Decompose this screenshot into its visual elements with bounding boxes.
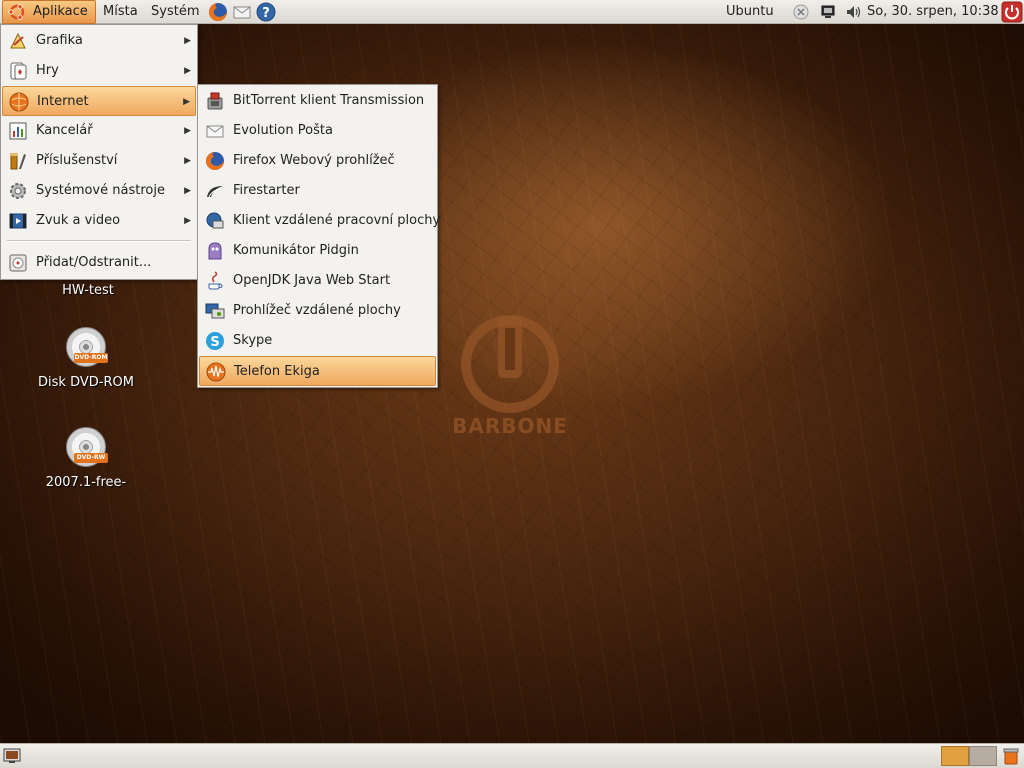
svg-text:S: S xyxy=(210,335,219,350)
menu-system[interactable]: Systém xyxy=(151,0,199,24)
menu-item-label: Telefon Ekiga xyxy=(234,364,320,379)
volume-icon[interactable] xyxy=(845,4,863,20)
submenu-arrow-icon: ▶ xyxy=(184,156,191,166)
menu-item-internet[interactable]: Internet ▶ xyxy=(2,86,196,116)
java-icon xyxy=(208,271,223,290)
ekiga-icon xyxy=(206,362,226,382)
menu-item-zvuk-a-video[interactable]: Zvuk a video ▶ xyxy=(2,206,196,236)
mail-launcher-icon[interactable] xyxy=(232,2,252,22)
barbone-logo-text: BARBONE xyxy=(452,414,568,438)
menu-item-label: Internet xyxy=(37,94,89,109)
menu-item-transmission[interactable]: BitTorrent klient Transmission xyxy=(199,86,436,116)
help-launcher-icon[interactable]: ? xyxy=(256,2,276,22)
menu-item-label: Firestarter xyxy=(233,183,300,198)
menu-item-hry[interactable]: Hry ▶ xyxy=(2,56,196,86)
office-icon xyxy=(9,122,27,140)
menu-item-label: Hry xyxy=(36,63,59,78)
menu-separator xyxy=(7,240,191,242)
graphics-icon xyxy=(10,32,26,49)
applications-menu: Grafika ▶ Hry ▶ Internet ▶ Kancelář ▶ Př… xyxy=(0,24,198,280)
firefox-icon xyxy=(206,152,224,170)
menu-item-label: Evolution Pošta xyxy=(233,123,333,138)
shutdown-icon[interactable] xyxy=(1001,1,1023,23)
menu-item-label: Zvuk a video xyxy=(36,213,121,228)
dvd-rw-icon: DVD-RW xyxy=(66,427,108,467)
menu-item-ekiga[interactable]: Telefon Ekiga xyxy=(199,356,436,386)
menu-item-pridat-odstranit[interactable]: Přidat/Odstranit... xyxy=(2,248,196,278)
network-monitor-icon[interactable] xyxy=(820,4,836,20)
skype-icon: S xyxy=(206,332,224,350)
sound-video-icon xyxy=(9,213,27,229)
desktop-icon-dvd-rom[interactable]: DVD-ROM Disk DVD-ROM xyxy=(36,327,136,390)
top-panel: Aplikace Místa Systém ? Ubuntu So, 30. s… xyxy=(0,0,1024,24)
menu-item-label: Systémové nástroje xyxy=(36,183,165,198)
dvd-rom-icon: DVD-ROM xyxy=(66,327,108,367)
menu-item-evolution[interactable]: Evolution Pošta xyxy=(199,116,436,146)
user-switcher[interactable]: Ubuntu xyxy=(726,0,774,24)
system-tools-icon xyxy=(10,183,26,199)
menu-mista[interactable]: Místa xyxy=(103,0,138,24)
menu-item-label: Firefox Webový prohlížeč xyxy=(233,153,395,168)
firefox-launcher-icon[interactable] xyxy=(208,2,228,22)
clock[interactable]: So, 30. srpen, 10:38 xyxy=(867,0,999,24)
desktop-icon-label: HW-test xyxy=(62,283,114,298)
internet-icon xyxy=(9,92,29,112)
submenu-arrow-icon: ▶ xyxy=(184,66,191,76)
menu-item-systemove-nastroje[interactable]: Systémové nástroje ▶ xyxy=(2,176,196,206)
ubuntu-logo-icon xyxy=(8,4,25,20)
bottom-panel xyxy=(0,743,1024,768)
firestarter-icon xyxy=(207,186,223,198)
menu-item-remote-desktop-viewer[interactable]: Prohlížeč vzdálené plochy xyxy=(199,296,436,326)
desktop-icon-dvd-rw[interactable]: DVD-RW 2007.1-free- xyxy=(36,427,136,490)
submenu-arrow-icon: ▶ xyxy=(184,36,191,46)
menu-item-prislusenstvi[interactable]: Příslušenství ▶ xyxy=(2,146,196,176)
desktop-icon-label: Disk DVD-ROM xyxy=(38,375,134,390)
submenu-arrow-icon: ▶ xyxy=(184,126,191,136)
menu-item-label: Klient vzdálené pracovní plochy xyxy=(233,213,441,228)
submenu-arrow-icon: ▶ xyxy=(184,216,191,226)
menu-item-label: OpenJDK Java Web Start xyxy=(233,273,391,288)
menu-item-pidgin[interactable]: Komunikátor Pidgin xyxy=(199,236,436,266)
workspace-1[interactable] xyxy=(941,746,969,766)
pidgin-icon xyxy=(208,242,222,260)
barbone-logo: BARBONE xyxy=(440,314,580,444)
evolution-mail-icon xyxy=(206,125,224,138)
submenu-arrow-icon: ▶ xyxy=(183,97,190,107)
menu-item-grafika[interactable]: Grafika ▶ xyxy=(2,26,196,56)
menu-item-label: Grafika xyxy=(36,33,83,48)
menu-item-kancelar[interactable]: Kancelář ▶ xyxy=(2,116,196,146)
menu-item-label: Prohlížeč vzdálené plochy xyxy=(233,303,401,318)
menu-item-label: Komunikátor Pidgin xyxy=(233,243,359,258)
menu-aplikace-label: Aplikace xyxy=(33,4,88,19)
menu-item-remote-desktop-client[interactable]: Klient vzdálené pracovní plochy xyxy=(199,206,440,236)
network-disconnected-icon[interactable] xyxy=(793,4,809,20)
remote-desktop-viewer-icon xyxy=(205,303,225,319)
menu-item-firestarter[interactable]: Firestarter xyxy=(199,176,436,206)
submenu-arrow-icon: ▶ xyxy=(184,186,191,196)
transmission-icon xyxy=(207,92,223,110)
games-icon xyxy=(10,62,27,80)
desktop-icon-label: 2007.1-free- xyxy=(45,475,127,490)
remote-desktop-client-icon xyxy=(206,212,224,229)
menu-item-label: Příslušenství xyxy=(36,153,118,168)
menu-item-label: Přidat/Odstranit... xyxy=(36,255,152,270)
show-desktop-icon[interactable] xyxy=(3,748,21,764)
svg-text:?: ? xyxy=(262,6,270,21)
accessories-icon xyxy=(10,153,26,170)
trash-icon[interactable] xyxy=(1002,747,1020,765)
menu-item-firefox[interactable]: Firefox Webový prohlížeč xyxy=(199,146,436,176)
menu-aplikace[interactable]: Aplikace xyxy=(2,0,96,24)
internet-submenu: BitTorrent klient Transmission Evolution… xyxy=(197,84,440,388)
menu-item-label: Skype xyxy=(233,333,273,348)
workspace-2[interactable] xyxy=(969,746,997,766)
menu-item-label: BitTorrent klient Transmission xyxy=(233,93,425,108)
menu-item-skype[interactable]: S Skype xyxy=(199,326,436,356)
add-remove-icon xyxy=(9,254,27,272)
menu-item-label: Kancelář xyxy=(36,123,93,138)
menu-item-java-web-start[interactable]: OpenJDK Java Web Start xyxy=(199,266,436,296)
